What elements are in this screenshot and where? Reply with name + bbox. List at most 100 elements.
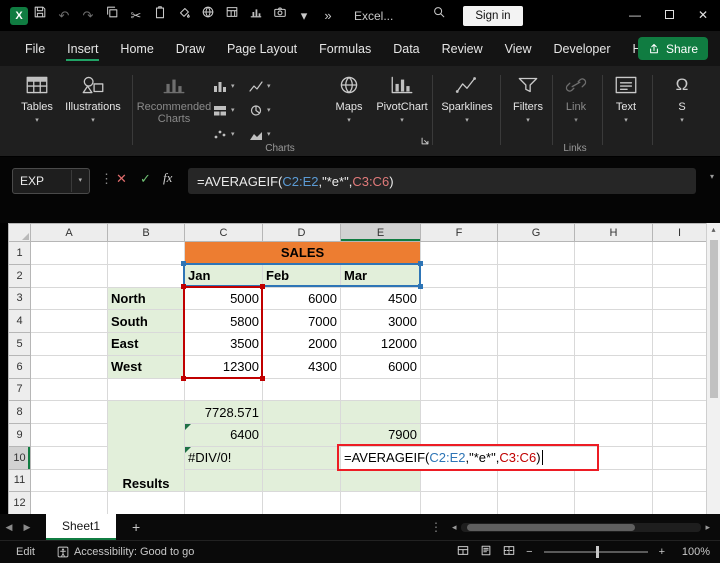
zoom-level[interactable]: 100% <box>676 546 710 558</box>
grid-cell[interactable] <box>31 378 108 401</box>
grid-cell[interactable] <box>653 492 707 514</box>
cell-value[interactable]: 4500 <box>341 287 421 310</box>
cell-region-west[interactable]: West <box>108 355 185 378</box>
cell-value[interactable]: 5800 <box>185 310 263 333</box>
recommended-charts-button[interactable]: Recommended Charts <box>140 72 208 146</box>
grid-cell[interactable] <box>575 310 653 333</box>
grid-cell[interactable] <box>498 378 575 401</box>
grid-cell[interactable] <box>575 492 653 514</box>
tab-developer[interactable]: Developer <box>543 31 622 66</box>
grid-cell[interactable] <box>185 492 263 514</box>
select-all-corner[interactable] <box>9 224 31 242</box>
hierarchy-chart-button[interactable]: ▾ <box>212 98 248 122</box>
cell-value[interactable]: 3500 <box>185 333 263 356</box>
col-header-F[interactable]: F <box>421 224 498 242</box>
copy-icon[interactable] <box>100 0 124 31</box>
grid-cell[interactable] <box>341 469 421 492</box>
grid-cell[interactable] <box>421 401 498 424</box>
line-chart-button[interactable]: ▾ <box>248 74 284 98</box>
grid-cell[interactable] <box>575 287 653 310</box>
grid-cell[interactable] <box>263 401 341 424</box>
row-header-12[interactable]: 12 <box>9 492 31 514</box>
symbols-button[interactable]: Ω S ▾ <box>660 72 704 146</box>
row-header-1[interactable]: 1 <box>9 242 31 265</box>
name-box[interactable]: EXP ▾ <box>12 168 90 194</box>
add-sheet-button[interactable]: + <box>132 519 140 535</box>
grid-cell[interactable] <box>341 401 421 424</box>
grid-cell[interactable] <box>653 287 707 310</box>
row-header-8[interactable]: 8 <box>9 401 31 424</box>
grid-cell[interactable] <box>421 355 498 378</box>
row-header-7[interactable]: 7 <box>9 378 31 401</box>
minimize-button[interactable]: — <box>618 0 652 31</box>
grid-cell[interactable] <box>575 446 653 469</box>
grid-cell[interactable] <box>653 333 707 356</box>
row-header-10[interactable]: 10 <box>9 446 31 469</box>
zoom-slider-thumb[interactable] <box>596 546 599 558</box>
col-header-E[interactable]: E <box>341 224 421 242</box>
text-button[interactable]: Text ▾ <box>606 72 646 146</box>
save-icon[interactable] <box>28 0 52 31</box>
grid-cell[interactable] <box>108 492 185 514</box>
grid-cell[interactable] <box>421 469 498 492</box>
row-header-6[interactable]: 6 <box>9 355 31 378</box>
cell-value[interactable]: 12000 <box>341 333 421 356</box>
tab-formulas[interactable]: Formulas <box>308 31 382 66</box>
cell-value[interactable]: 7000 <box>263 310 341 333</box>
page-break-view-icon[interactable] <box>503 545 515 559</box>
cell-value[interactable]: 5000 <box>185 287 263 310</box>
cell-region-north[interactable]: North <box>108 287 185 310</box>
grid-cell[interactable] <box>185 378 263 401</box>
grid-cell[interactable] <box>421 333 498 356</box>
grid-cell[interactable] <box>31 492 108 514</box>
grid-cell[interactable] <box>421 264 498 287</box>
sheet-tab-sheet1[interactable]: Sheet1 <box>46 514 116 540</box>
sheet-options-icon[interactable]: ⋮ <box>430 520 442 534</box>
scroll-up-icon[interactable]: ▴ <box>707 223 720 237</box>
grid-cell[interactable] <box>341 492 421 514</box>
illustrations-button[interactable]: Illustrations ▾ <box>64 72 122 146</box>
table-icon[interactable] <box>220 0 244 31</box>
normal-view-icon[interactable] <box>457 545 469 559</box>
grid-cell[interactable] <box>263 378 341 401</box>
enter-icon[interactable]: ✓ <box>140 171 151 187</box>
col-header-C[interactable]: C <box>185 224 263 242</box>
accessibility-status[interactable]: Accessibility: Good to go <box>57 546 194 558</box>
grid-cell[interactable] <box>108 242 185 265</box>
tab-draw[interactable]: Draw <box>165 31 216 66</box>
cell-region-south[interactable]: South <box>108 310 185 333</box>
grid-cell[interactable] <box>263 492 341 514</box>
zoom-out-button[interactable]: − <box>526 546 532 558</box>
grid-cell[interactable] <box>341 378 421 401</box>
grid-cell[interactable] <box>653 242 707 265</box>
grid-cell[interactable] <box>575 242 653 265</box>
zoom-in-button[interactable]: + <box>659 546 665 558</box>
grid-cell[interactable] <box>421 378 498 401</box>
grid-cell[interactable] <box>653 401 707 424</box>
row-header-11[interactable]: 11 <box>9 469 31 492</box>
cell-sales-title[interactable]: SALES <box>185 242 421 265</box>
tab-page-layout[interactable]: Page Layout <box>216 31 308 66</box>
tab-view[interactable]: View <box>494 31 543 66</box>
grid-cell[interactable] <box>498 264 575 287</box>
toolbar-overflow-icon[interactable]: » <box>316 0 340 31</box>
globe-icon[interactable] <box>196 0 220 31</box>
grid-cell[interactable] <box>653 355 707 378</box>
formula-bar-expand-icon[interactable]: ▾ <box>710 172 714 181</box>
grid-cell[interactable] <box>31 264 108 287</box>
row-header-4[interactable]: 4 <box>9 310 31 333</box>
col-header-D[interactable]: D <box>263 224 341 242</box>
grid-cell[interactable] <box>31 242 108 265</box>
cell-region-east[interactable]: East <box>108 333 185 356</box>
cell-value[interactable]: 4300 <box>263 355 341 378</box>
fill-color-icon[interactable] <box>172 0 196 31</box>
grid-cell[interactable] <box>575 401 653 424</box>
link-button[interactable]: Link ▾ <box>556 72 596 146</box>
cell-value[interactable]: 2000 <box>263 333 341 356</box>
zoom-slider[interactable] <box>544 551 648 553</box>
sparklines-button[interactable]: Sparklines ▾ <box>438 72 496 146</box>
grid-cell[interactable] <box>653 424 707 447</box>
grid-cell[interactable] <box>653 446 707 469</box>
grid-cell[interactable] <box>31 401 108 424</box>
cell-value[interactable]: 6000 <box>341 355 421 378</box>
